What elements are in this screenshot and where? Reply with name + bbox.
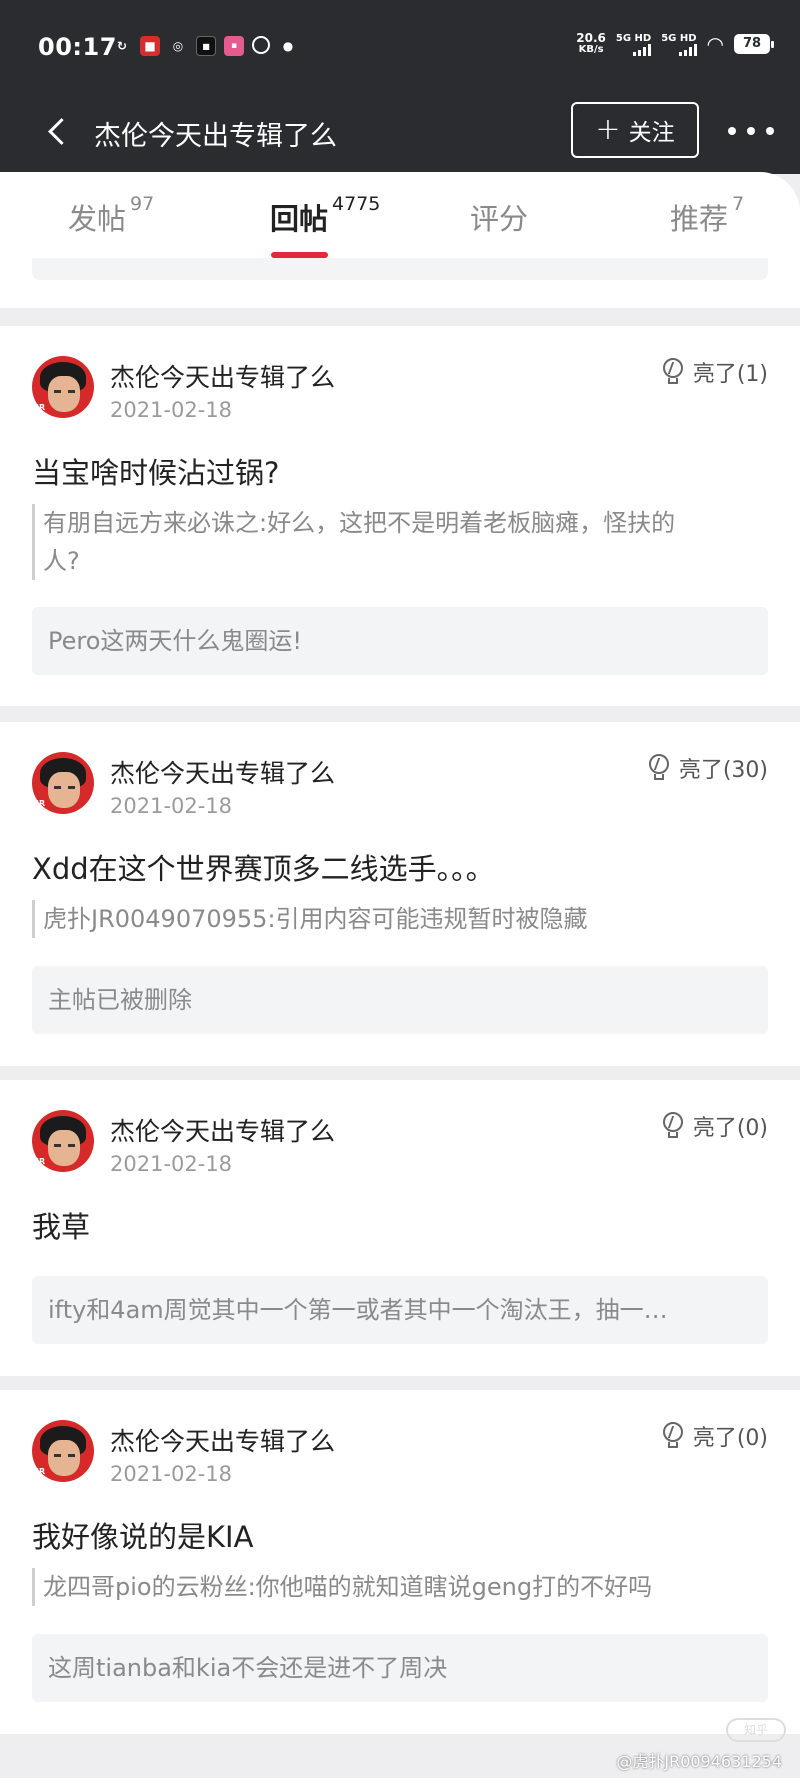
signal-5g-2: 5G HD xyxy=(661,33,697,56)
notification-icons: ↻ ■ ◎ ■ ▪ ● xyxy=(112,36,298,56)
reply-card[interactable]: JR 杰伦今天出专辑了么 2021-02-18 亮了(0) 我好像说的是KIA … xyxy=(0,1390,800,1734)
post-date: 2021-02-18 xyxy=(110,794,233,818)
source-thread[interactable]: ifty和4am周觉其中一个第一或者其中一个淘汰王，抽一… xyxy=(32,1276,768,1344)
username[interactable]: 杰伦今天出专辑了么 xyxy=(110,1422,335,1458)
signal-bars-icon xyxy=(678,43,697,56)
post-date: 2021-02-18 xyxy=(110,1462,233,1486)
follow-button[interactable]: + 关注 xyxy=(571,102,699,158)
reply-content: 我草 xyxy=(32,1210,91,1244)
avatar[interactable]: JR xyxy=(32,356,94,418)
plus-icon: + xyxy=(595,112,621,147)
light-button[interactable]: 亮了(0) xyxy=(661,1420,768,1452)
reply-content: 我好像说的是KIA xyxy=(32,1520,254,1554)
avatar[interactable]: JR xyxy=(32,752,94,814)
network-speed: 20.6 KB/s xyxy=(576,31,606,55)
watermark: @虎扑JR0094631254 xyxy=(616,1752,782,1771)
username[interactable]: 杰伦今天出专辑了么 xyxy=(110,1112,335,1148)
more-icon[interactable] xyxy=(728,116,774,146)
reply-content: Xdd在这个世界赛顶多二线选手。。。 xyxy=(32,852,495,886)
system-indicators: 20.6 KB/s 5G HD 5G HD ◠ 78 xyxy=(576,31,774,56)
message-icon xyxy=(252,36,270,54)
avatar[interactable]: JR xyxy=(32,1420,94,1482)
username[interactable]: 杰伦今天出专辑了么 xyxy=(110,754,335,790)
status-time: 00:17 xyxy=(38,33,117,61)
tab-replies[interactable]: 回帖 4775 xyxy=(270,193,380,238)
previous-card-remnant xyxy=(0,258,800,308)
reply-content: 当宝啥时候沾过锅? xyxy=(32,456,280,490)
watermark-logo: 知乎 xyxy=(726,1718,786,1742)
tab-recommend[interactable]: 推荐 7 xyxy=(670,193,744,238)
avatar[interactable]: JR xyxy=(32,1110,94,1172)
back-icon[interactable] xyxy=(40,114,76,150)
lightbulb-icon xyxy=(661,358,685,386)
follow-label: 关注 xyxy=(628,120,675,146)
sync-icon: ↻ xyxy=(116,39,128,53)
wifi-icon: ◠ xyxy=(706,32,724,56)
source-thread[interactable]: 主帖已被删除 xyxy=(32,966,768,1034)
app-notification-icon: ■ xyxy=(196,36,216,56)
signal-bars-icon xyxy=(633,43,652,56)
quoted-reply: 有朋自远方来必诛之:好么，这把不是明着老板脑瘫，怪扶的 人? xyxy=(32,504,768,580)
reply-card[interactable]: JR 杰伦今天出专辑了么 2021-02-18 亮了(30) Xdd在这个世界赛… xyxy=(0,722,800,1066)
tab-posts[interactable]: 发帖 97 xyxy=(68,193,154,238)
reply-card[interactable]: JR 杰伦今天出专辑了么 2021-02-18 亮了(0) 我草 ifty和4a… xyxy=(0,1080,800,1376)
source-thread[interactable]: Pero这两天什么鬼圈运! xyxy=(32,607,768,675)
tab-ratings[interactable]: 评分 xyxy=(470,196,532,238)
lightbulb-icon xyxy=(661,1422,685,1450)
tab-bar: 发帖 97 回帖 4775 评分 推荐 7 xyxy=(0,172,800,260)
quoted-reply: 龙四哥pio的云粉丝:你他喵的就知道瞎说geng打的不好吗 xyxy=(32,1568,768,1606)
source-thread[interactable]: 这周tianba和kia不会还是进不了周决 xyxy=(32,1634,768,1702)
lightbulb-icon xyxy=(647,754,671,782)
light-button[interactable]: 亮了(1) xyxy=(661,356,768,388)
bilibili-icon: ▪ xyxy=(224,36,244,56)
lightbulb-icon xyxy=(661,1112,685,1140)
nav-bar: 杰伦今天出专辑了么 + 关注 xyxy=(0,96,800,174)
wechat-icon: ● xyxy=(282,39,294,53)
page-title: 杰伦今天出专辑了么 xyxy=(94,121,337,152)
signal-5g-1: 5G HD xyxy=(616,33,652,56)
app-notification-icon: ■ xyxy=(140,36,160,56)
status-bar: 00:17 ↻ ■ ◎ ■ ▪ ● 20.6 KB/s 5G HD 5G HD … xyxy=(0,0,800,96)
quoted-reply: 虎扑JR0049070955:引用内容可能违规暂时被隐藏 xyxy=(32,900,768,938)
weibo-icon: ◎ xyxy=(172,39,184,53)
post-date: 2021-02-18 xyxy=(110,1152,233,1176)
username[interactable]: 杰伦今天出专辑了么 xyxy=(110,358,335,394)
light-button[interactable]: 亮了(0) xyxy=(661,1110,768,1142)
reply-card[interactable]: JR 杰伦今天出专辑了么 2021-02-18 亮了(1) 当宝啥时候沾过锅? … xyxy=(0,326,800,706)
post-date: 2021-02-18 xyxy=(110,398,233,422)
app-header: 00:17 ↻ ■ ◎ ■ ▪ ● 20.6 KB/s 5G HD 5G HD … xyxy=(0,0,800,174)
light-button[interactable]: 亮了(30) xyxy=(647,752,768,784)
battery-icon: 78 xyxy=(734,34,774,54)
